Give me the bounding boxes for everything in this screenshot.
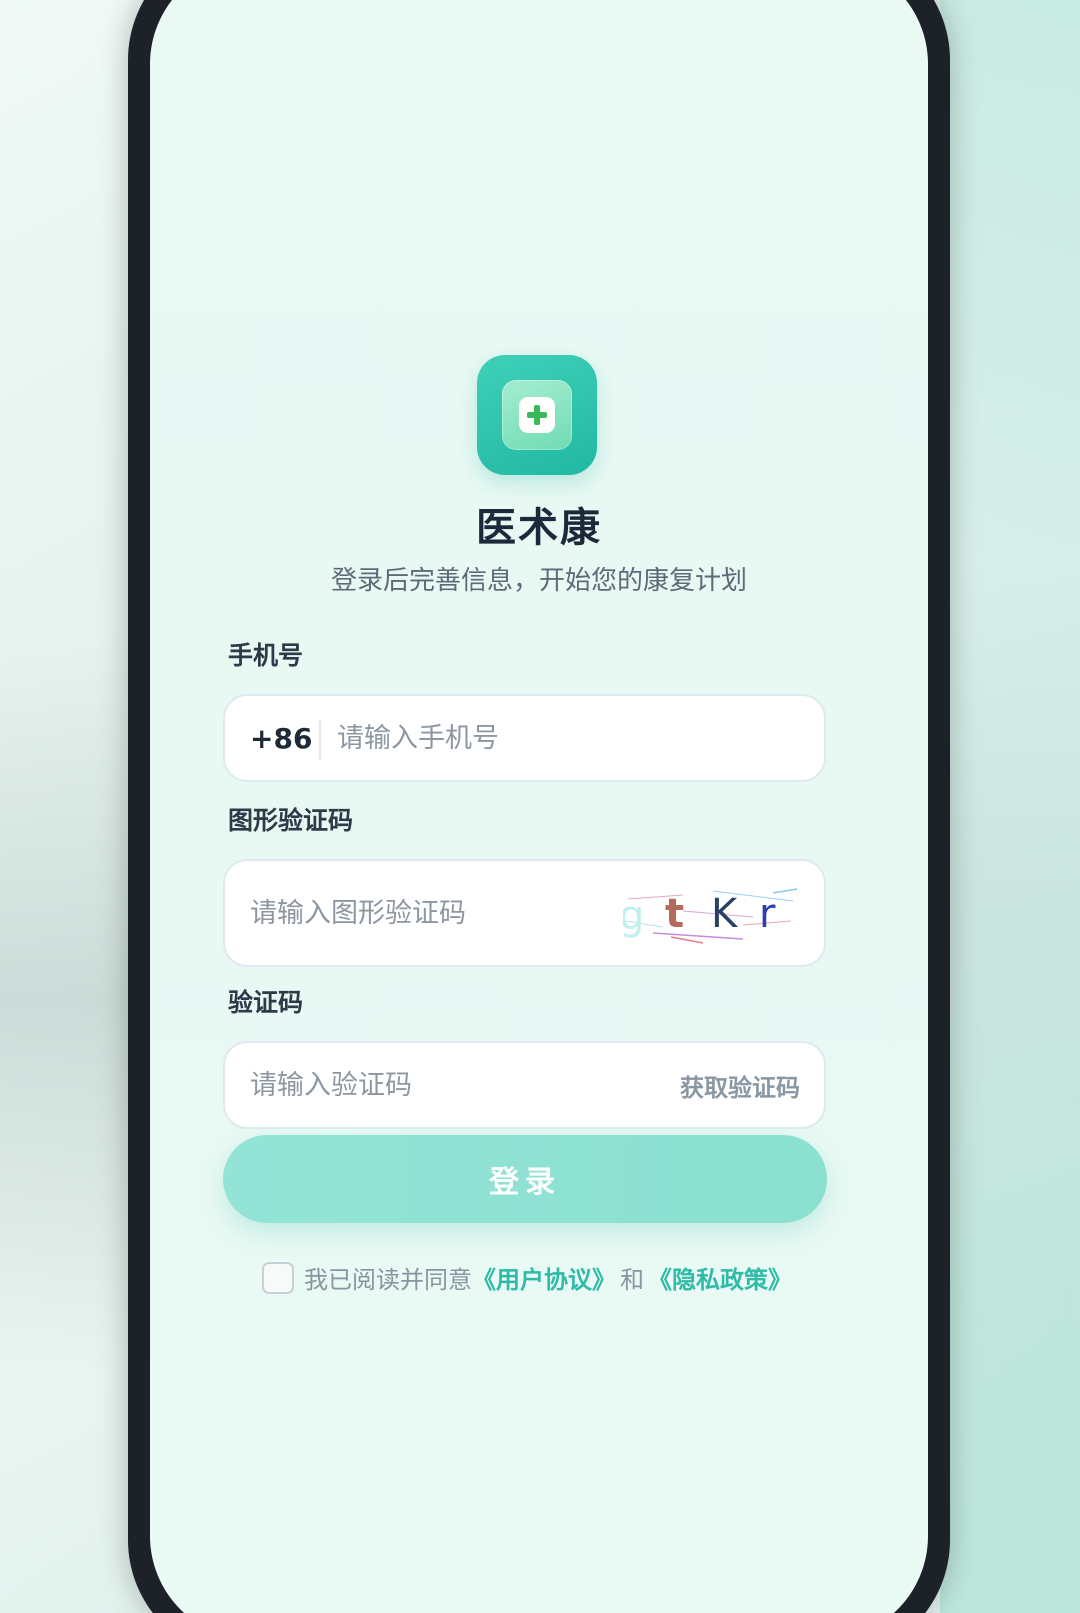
app-title: 医术康 [476,505,602,551]
sms-code-field: 获取验证码 [223,1041,826,1129]
app-subtitle: 登录后完善信息，开始您的康复计划 [330,566,747,596]
get-code-button[interactable]: 获取验证码 [680,1043,800,1127]
captcha-char-t: t [665,891,684,937]
phone-frame: 医术康 登录后完善信息，开始您的康复计划 手机号 +86 图形验证码 [128,0,950,1613]
app-logo-inner [502,380,572,450]
sms-code-label: 验证码 [228,988,304,1017]
captcha-graphic: g t K r [623,888,798,944]
phone-input[interactable] [337,696,807,780]
captcha-char-g: g [623,893,644,939]
sms-code-input[interactable] [250,1043,630,1127]
app-logo [477,355,597,475]
captcha-char-r: r [759,891,776,937]
country-code[interactable]: +86 [250,696,312,780]
country-divider [319,719,321,759]
agreement-row: 我已阅读并同意 《用户协议》 和 《隐私政策》 [262,1260,792,1295]
agreement-checkbox[interactable] [262,1261,294,1294]
phone-label: 手机号 [228,641,304,670]
captcha-field: g t K r [223,859,826,967]
agreement-conjunction: 和 [620,1266,644,1294]
phone-field: +86 [223,694,826,782]
medical-cross-icon [519,397,555,433]
privacy-policy-link[interactable]: 《隐私政策》 [648,1260,792,1295]
agreement-prefix: 我已阅读并同意 [304,1266,472,1294]
captcha-input[interactable] [250,861,610,965]
cross-vertical [534,405,540,425]
captcha-image[interactable]: g t K r [623,881,799,945]
login-screen: 医术康 登录后完善信息，开始您的康复计划 手机号 +86 图形验证码 [150,0,928,1613]
captcha-char-k: K [711,891,739,937]
user-agreement-link[interactable]: 《用户协议》 [472,1260,616,1295]
login-button[interactable]: 登录 [223,1135,827,1223]
captcha-label: 图形验证码 [228,806,354,835]
background-right [940,0,1080,1613]
